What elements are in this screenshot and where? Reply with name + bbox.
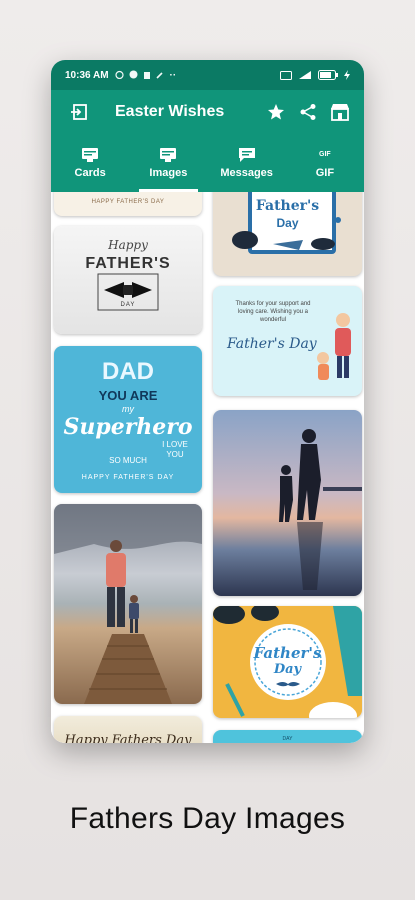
card-script: Father's (253, 644, 322, 662)
phone-frame: 10:36 AM ·· Easter Wishes Cards Images M… (51, 60, 364, 743)
image-icon (160, 148, 177, 162)
tab-messages[interactable]: Messages (208, 134, 286, 192)
card-footer: HAPPY FATHER'S DAY (81, 474, 175, 481)
system-icons (280, 70, 350, 80)
notification-icons: ·· (114, 69, 177, 81)
dad-child-illustration (317, 313, 351, 380)
gif-icon: GIF (319, 151, 331, 158)
silhouette-photo (279, 429, 362, 590)
app-notification-icon (129, 70, 138, 78)
card-line: SO MUCH (109, 456, 147, 465)
image-card[interactable]: Happy FATHER'S DAY (54, 226, 202, 334)
status-time: 10:36 AM (65, 69, 109, 81)
image-card[interactable]: DAY (213, 730, 362, 743)
tab-label: Cards (74, 167, 106, 179)
promo-caption: Fathers Day Images (69, 802, 346, 835)
charging-icon (344, 70, 350, 80)
image-card[interactable]: HAPPY FATHER'S DAY (54, 192, 202, 216)
share-button[interactable] (294, 98, 322, 126)
card-script: Day (273, 662, 302, 677)
tab-gif[interactable]: GIF GIF (286, 134, 364, 192)
status-bar: 10:36 AM ·· (51, 60, 364, 90)
exit-button[interactable] (65, 98, 93, 126)
image-card[interactable] (213, 410, 362, 596)
image-card[interactable]: DAD YOU ARE my Superhero I LOVE YOU SO M… (54, 346, 202, 493)
image-card[interactable]: Father's Day (213, 192, 362, 276)
star-icon (268, 104, 284, 120)
trash-icon (143, 71, 150, 79)
app-toolbar: Easter Wishes (51, 90, 364, 134)
card-script: Happy Fathers Day (64, 733, 192, 743)
card-day: DAY (120, 302, 136, 308)
pier-photo (54, 504, 202, 704)
card-text: HAPPY FATHER'S DAY (91, 199, 165, 205)
image-card[interactable]: Thanks for your support and loving care.… (213, 286, 362, 396)
tab-label: GIF (315, 167, 335, 179)
favorites-button[interactable] (262, 98, 290, 126)
tab-label: Messages (220, 167, 273, 179)
wrench-icon (155, 71, 163, 79)
image-card[interactable]: Father's Day (213, 606, 362, 718)
tab-label: Images (149, 167, 188, 179)
page-title: Easter Wishes (115, 103, 225, 120)
image-card[interactable]: Happy Fathers Day (54, 716, 202, 743)
bowtie-icon (97, 273, 159, 311)
image-card[interactable] (54, 504, 202, 704)
store-button[interactable] (326, 98, 354, 126)
card-script: Superhero (63, 414, 193, 440)
tab-cards[interactable]: Cards (51, 134, 129, 192)
card-line: YOU ARE (98, 388, 158, 403)
store-icon (331, 104, 349, 121)
card-line: my (122, 404, 134, 414)
exit-icon (71, 104, 87, 120)
share-icon (300, 104, 316, 120)
hd-icon (280, 70, 292, 80)
tab-images[interactable]: Images (129, 134, 207, 192)
hat-tie-illustration (232, 217, 341, 250)
more-notifications-icon: ·· (169, 69, 177, 81)
alarm-icon (114, 70, 124, 79)
image-grid: HAPPY FATHER'S DAY Father's Day Happy FA… (51, 192, 364, 743)
battery-icon (318, 70, 338, 80)
card-title: DAD (102, 358, 154, 385)
card-text: DAY (282, 736, 293, 742)
tab-bar: Cards Images Messages GIF GIF (51, 134, 364, 192)
card-icon (82, 148, 99, 162)
signal-icon (299, 71, 311, 79)
message-icon (238, 148, 255, 162)
